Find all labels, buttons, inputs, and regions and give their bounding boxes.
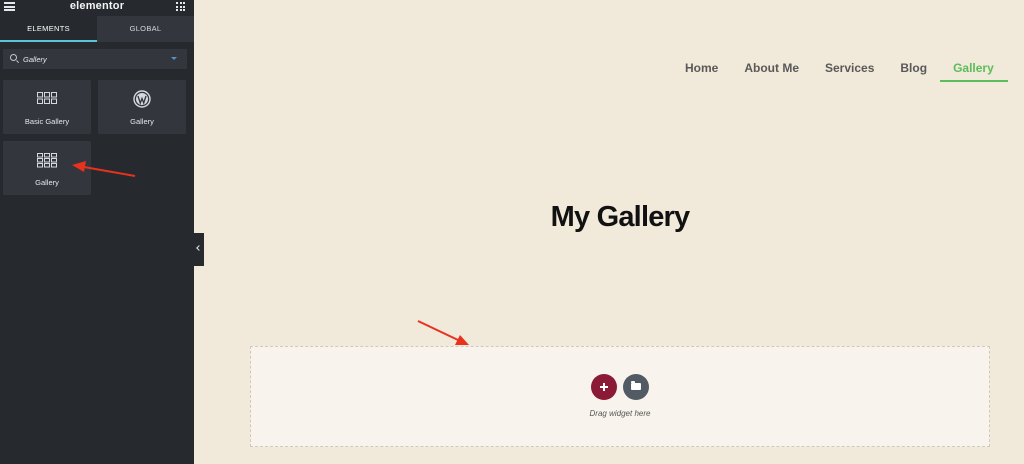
annotation-overlay (72, 161, 469, 345)
annotation-arrow-dropzone (417, 320, 469, 345)
annotation-arrow-widget (72, 161, 136, 177)
